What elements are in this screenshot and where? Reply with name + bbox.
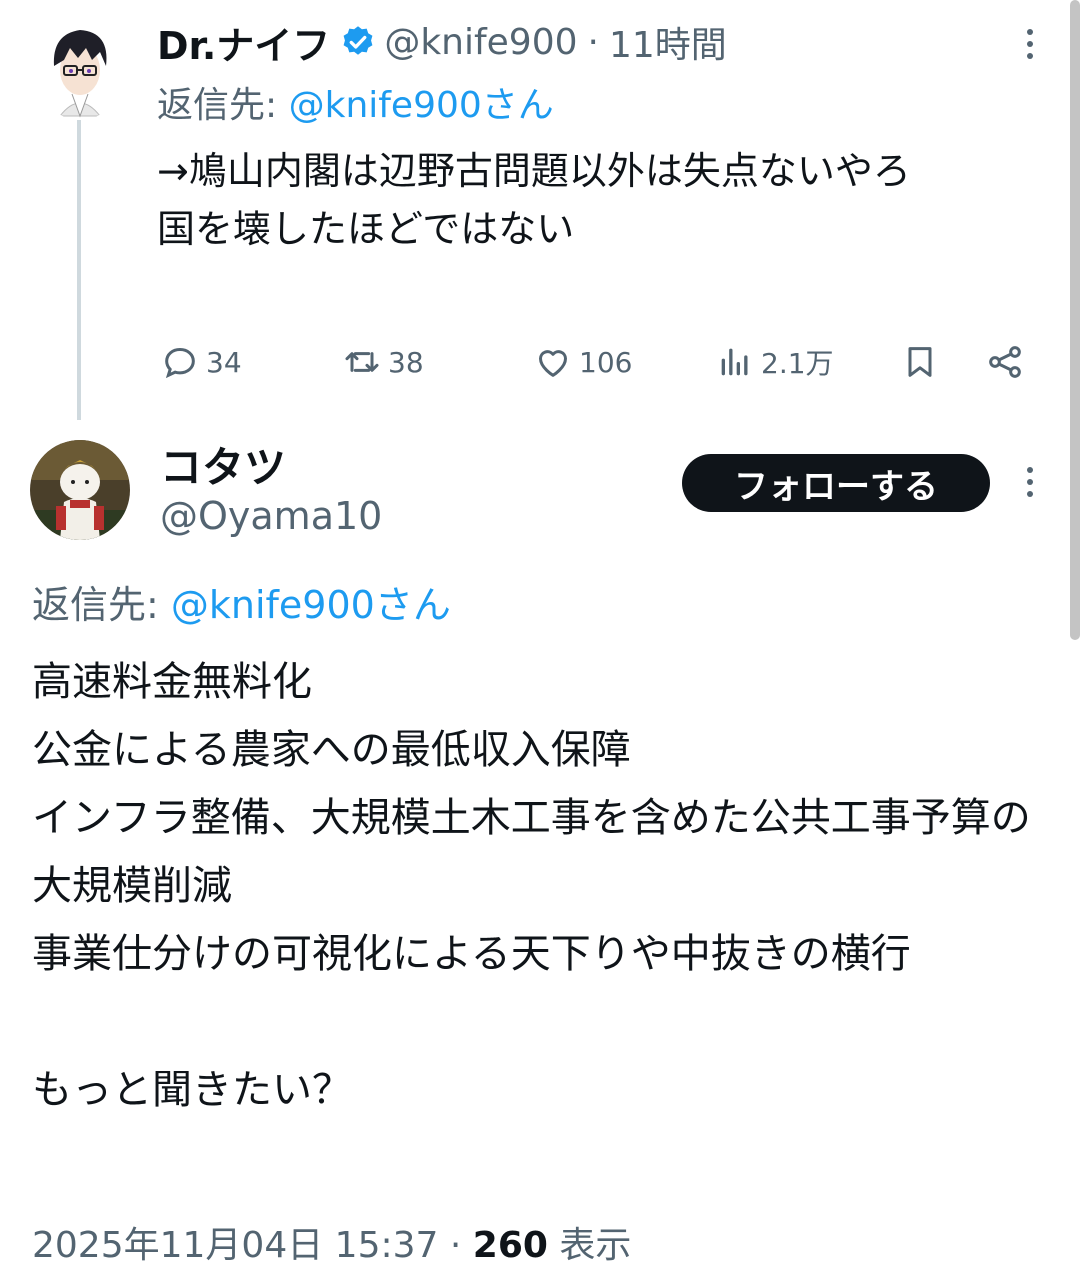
like-icon xyxy=(539,350,567,377)
more-icon[interactable] xyxy=(1018,462,1042,502)
reply-to-label: 返信先: xyxy=(32,583,159,627)
author-handle[interactable]: @knife900 xyxy=(384,22,577,63)
reply-to-mention[interactable]: @knife900さん xyxy=(171,583,451,627)
separator-dot: · xyxy=(449,1225,462,1266)
retweet-icon xyxy=(345,352,379,372)
follow-button[interactable]: フォローする xyxy=(682,454,990,512)
views-count: 260 xyxy=(472,1225,548,1266)
bookmark-button[interactable] xyxy=(900,342,946,382)
retweet-count: 38 xyxy=(388,345,424,379)
views-icon xyxy=(721,348,748,376)
views-count: 2.1万 xyxy=(761,347,834,380)
views-button[interactable]: 2.1万 xyxy=(715,342,834,382)
reply-to-mention[interactable]: @knife900さん xyxy=(289,85,554,126)
like-count: 106 xyxy=(579,345,633,379)
tweet-text: →鳩山内閣は辺野古問題以外は失点ないやろ 国を壊したほどではない xyxy=(157,149,911,251)
tweet-time[interactable]: 11時間 xyxy=(609,16,727,68)
avatar-dr-knife[interactable] xyxy=(40,20,120,120)
reply-to-line: 返信先: @knife900さん xyxy=(32,574,451,629)
reply-count: 34 xyxy=(206,345,242,379)
reply-to-line: 返信先: @knife900さん xyxy=(157,76,554,128)
share-button[interactable] xyxy=(985,342,1031,382)
separator-dot: · xyxy=(587,21,599,63)
reply-icon xyxy=(165,347,195,379)
avatar-kotatsu[interactable] xyxy=(30,440,130,540)
author-handle[interactable]: @Oyama10 xyxy=(160,494,382,538)
tweet-timestamp[interactable]: 2025年11月04日 15:37 xyxy=(32,1225,438,1266)
views-label: 表示 xyxy=(559,1225,632,1266)
author-name[interactable]: Dr.ナイフ xyxy=(157,15,330,70)
tweet-text: 高速料金無料化 公金による農家への最低収入保障 インフラ整備、大規模土木工事を含… xyxy=(32,659,1031,1113)
bookmark-icon xyxy=(908,347,932,377)
tweet-metadata: 2025年11月04日 15:37 · 260 表示 xyxy=(32,1216,631,1268)
more-icon[interactable] xyxy=(1018,24,1042,64)
reply-button[interactable]: 34 xyxy=(160,342,242,382)
retweet-button[interactable]: 38 xyxy=(342,342,424,382)
share-icon xyxy=(989,346,1021,378)
author-name[interactable]: コタツ xyxy=(160,434,286,495)
like-button[interactable]: 106 xyxy=(533,342,632,382)
verified-badge-icon xyxy=(343,26,373,55)
scrollbar[interactable] xyxy=(1070,0,1080,640)
reply-to-label: 返信先: xyxy=(157,85,278,126)
thread-connector-line xyxy=(77,120,81,420)
tweet1-header: Dr.ナイフ @knife900 · 11時間 xyxy=(157,16,727,68)
